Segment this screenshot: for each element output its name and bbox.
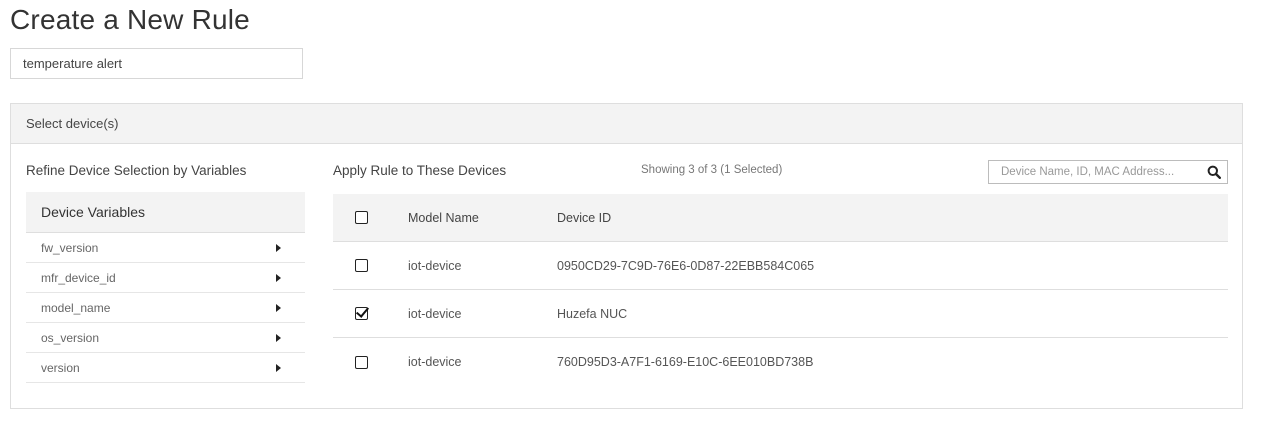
caret-right-icon — [276, 333, 281, 342]
device-variables-header: Device Variables — [26, 192, 305, 233]
variable-item-fw-version[interactable]: fw_version — [26, 233, 305, 263]
table-row[interactable]: iot-device 0950CD29-7C9D-76E6-0D87-22EBB… — [333, 242, 1228, 290]
caret-right-icon — [276, 273, 281, 282]
panel-header: Select device(s) — [11, 104, 1242, 144]
apply-rule-title: Apply Rule to These Devices — [333, 163, 507, 178]
device-count-status: Showing 3 of 3 (1 Selected) — [641, 164, 783, 176]
variable-item-model-name[interactable]: model_name — [26, 293, 305, 323]
device-variables-list: Device Variables fw_version mfr_device_i… — [26, 192, 305, 383]
column-header-device-id: Device ID — [557, 210, 612, 225]
column-header-model-name: Model Name — [408, 210, 479, 225]
device-search-input[interactable] — [989, 161, 1201, 183]
variable-label: os_version — [41, 330, 100, 345]
variable-label: mfr_device_id — [41, 270, 116, 285]
row-checkbox[interactable] — [355, 355, 368, 369]
model-name-cell: iot-device — [408, 355, 462, 369]
device-search-box — [988, 160, 1228, 184]
model-name-cell: iot-device — [408, 258, 462, 273]
variable-label: model_name — [41, 300, 111, 315]
device-id-cell: 760D95D3-A7F1-6169-E10C-6EE010BD738B — [557, 355, 814, 369]
variable-item-version[interactable]: version — [26, 353, 305, 383]
page-title: Create a New Rule — [10, 4, 250, 35]
caret-right-icon — [276, 303, 281, 312]
table-row[interactable]: iot-device 760D95D3-A7F1-6169-E10C-6EE01… — [333, 338, 1228, 386]
variable-item-mfr-device-id[interactable]: mfr_device_id — [26, 263, 305, 293]
model-name-cell: iot-device — [408, 306, 462, 321]
caret-right-icon — [276, 243, 281, 252]
table-row[interactable]: iot-device Huzefa NUC — [333, 290, 1228, 338]
select-all-checkbox[interactable] — [355, 211, 368, 224]
device-selection-panel: Select device(s) Refine Device Selection… — [10, 103, 1243, 409]
device-id-cell: Huzefa NUC — [557, 306, 628, 321]
device-id-cell: 0950CD29-7C9D-76E6-0D87-22EBB584C065 — [557, 258, 815, 273]
table-header-row: Model Name Device ID — [333, 194, 1228, 242]
variable-item-os-version[interactable]: os_version — [26, 323, 305, 353]
refine-selection-title: Refine Device Selection by Variables — [26, 163, 247, 178]
search-icon[interactable] — [1201, 161, 1227, 183]
row-checkbox[interactable] — [355, 307, 368, 320]
caret-right-icon — [276, 363, 281, 372]
row-checkbox[interactable] — [355, 259, 368, 272]
devices-table: Model Name Device ID iot-device 0950CD29… — [333, 194, 1228, 386]
rule-name-input[interactable] — [10, 48, 303, 79]
variable-label: version — [41, 360, 80, 375]
variable-label: fw_version — [41, 240, 99, 255]
